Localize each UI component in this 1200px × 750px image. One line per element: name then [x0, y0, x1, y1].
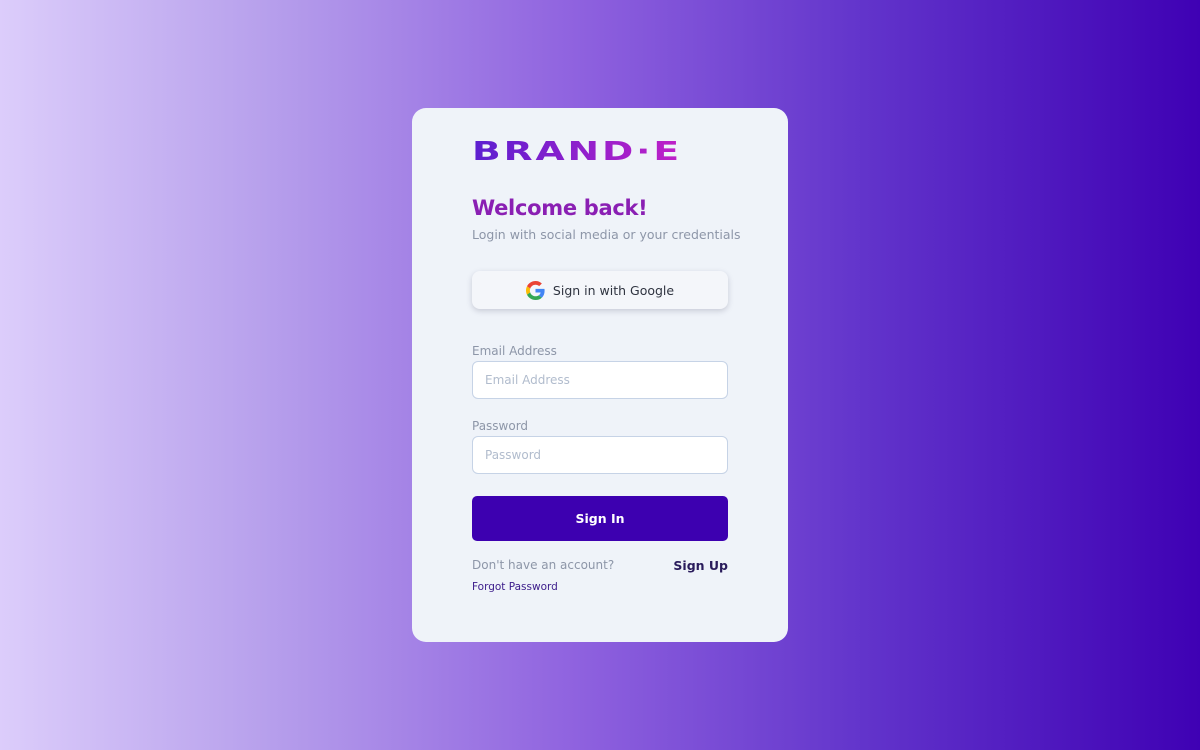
login-card: BRAND·E Welcome back! Login with social … — [412, 108, 788, 642]
forgot-password-link[interactable]: Forgot Password — [472, 581, 558, 593]
page-subtitle: Login with social media or your credenti… — [472, 227, 741, 242]
page-title: Welcome back! — [472, 196, 648, 220]
sign-in-button[interactable]: Sign In — [472, 496, 728, 541]
brand-logo: BRAND·E — [472, 137, 682, 164]
google-signin-button[interactable]: Sign in with Google — [472, 271, 728, 309]
sign-up-link[interactable]: Sign Up — [673, 558, 728, 573]
password-field[interactable] — [472, 436, 728, 474]
google-signin-label: Sign in with Google — [552, 282, 675, 298]
email-label: Email Address — [472, 344, 557, 358]
google-icon — [525, 280, 545, 300]
brand-name: BRAND·E — [472, 137, 682, 164]
email-field[interactable] — [472, 361, 728, 399]
no-account-text: Don't have an account? — [472, 558, 615, 572]
password-label: Password — [472, 419, 529, 433]
